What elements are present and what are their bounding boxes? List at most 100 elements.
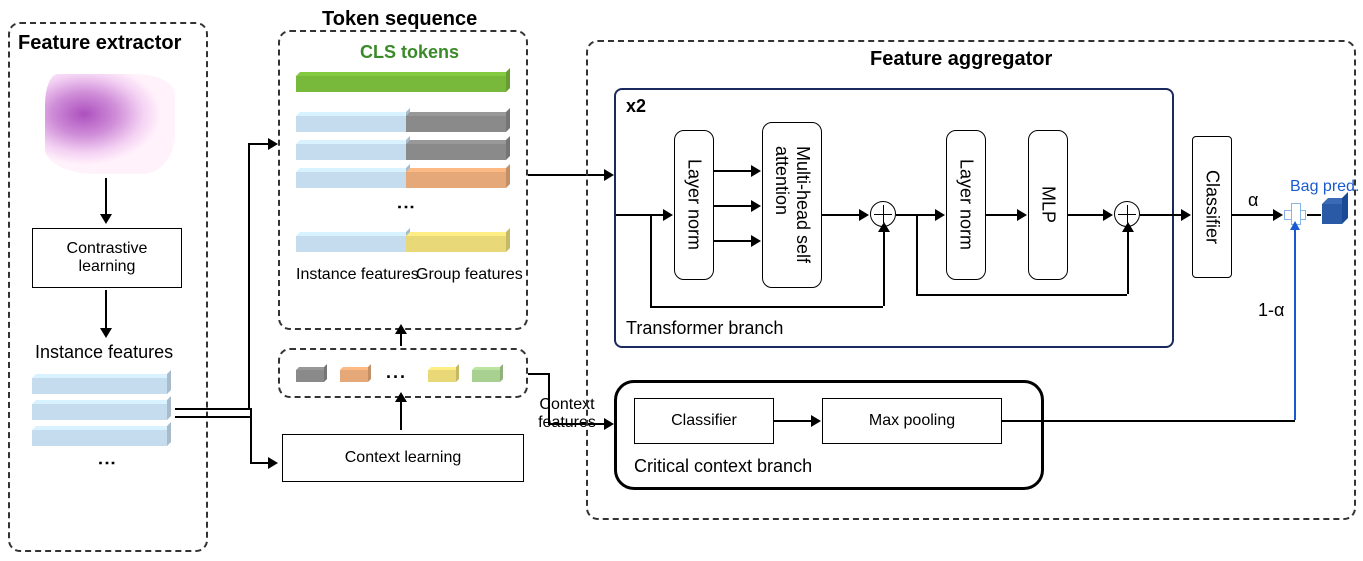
- arrow: [105, 290, 107, 330]
- token-sequence-title: Token sequence: [322, 8, 477, 31]
- arrowhead-icon: [100, 214, 112, 224]
- classifier-top-label: Classifier: [1202, 170, 1223, 244]
- arrow: [1068, 214, 1106, 216]
- token-bar: [296, 144, 406, 160]
- arrow: [616, 214, 666, 216]
- arrow: [916, 214, 918, 294]
- arrow: [714, 170, 754, 172]
- arrowhead-icon: [395, 324, 407, 334]
- arrow: [1140, 214, 1184, 216]
- token-bar: [296, 116, 406, 132]
- alpha-label: α: [1248, 190, 1258, 211]
- token-bar: [296, 236, 406, 252]
- arrow: [650, 214, 652, 306]
- token-bar-group: [406, 144, 506, 160]
- arrowhead-icon: [859, 209, 869, 221]
- mlp-label: MLP: [1038, 186, 1059, 223]
- arrowhead-icon: [878, 222, 890, 232]
- arrow: [248, 143, 250, 410]
- layer-norm-1-label: Layer norm: [684, 159, 705, 250]
- arrow: [1127, 230, 1129, 294]
- arrow: [250, 408, 252, 462]
- context-bar: [428, 370, 456, 382]
- feature-aggregator-title: Feature aggregator: [870, 48, 1052, 71]
- token-bar-group: [406, 172, 506, 188]
- arrow: [105, 178, 107, 216]
- arrowhead-icon: [268, 138, 278, 150]
- arrowhead-icon: [1273, 209, 1283, 221]
- ellipsis-icon: ⋮: [96, 454, 118, 470]
- arrow: [528, 373, 548, 375]
- group-features-caption: Group features: [416, 266, 523, 284]
- layer-norm-2-box: Layer norm: [946, 130, 986, 280]
- arrow: [650, 306, 883, 308]
- instance-features-caption: Instance features: [296, 266, 419, 284]
- multihead-box: Multi-head self attention: [762, 122, 822, 288]
- arrow: [714, 240, 754, 242]
- arrowhead-icon: [1290, 221, 1300, 230]
- arrow: [175, 408, 250, 410]
- transformer-branch-label: Transformer branch: [626, 318, 783, 339]
- arrowhead-icon: [1181, 209, 1191, 221]
- token-bar-group: [406, 236, 506, 252]
- max-pooling-box: Max pooling: [822, 398, 1002, 444]
- arrowhead-icon: [935, 209, 945, 221]
- arrow: [714, 205, 754, 207]
- classifier-bottom-box: Classifier: [634, 398, 774, 444]
- contrastive-learning-label: Contrastive learning: [67, 240, 148, 276]
- arrow: [1232, 214, 1276, 216]
- arrowhead-icon: [1122, 222, 1134, 232]
- arrow: [916, 294, 1127, 296]
- context-bar: [472, 370, 500, 382]
- bag-pred-label: Bag pred.: [1290, 178, 1359, 196]
- one-minus-alpha-label: 1-α: [1258, 300, 1284, 321]
- arrow: [175, 416, 250, 418]
- ellipsis-icon: ⋮: [395, 198, 417, 214]
- arrow: [400, 400, 402, 430]
- arrowhead-icon: [751, 235, 761, 247]
- arrow: [248, 143, 270, 145]
- cls-token-bar: [296, 76, 506, 92]
- histology-image: [45, 74, 175, 174]
- arrow: [986, 214, 1020, 216]
- layer-norm-1-box: Layer norm: [674, 130, 714, 280]
- cls-tokens-label: CLS tokens: [360, 42, 459, 63]
- feature-extractor-title: Feature extractor: [18, 32, 181, 55]
- arrowhead-icon: [663, 209, 673, 221]
- classifier-bottom-label: Classifier: [671, 412, 737, 430]
- bag-pred-cube-icon: [1322, 204, 1342, 224]
- ellipsis-icon: ...: [386, 362, 407, 383]
- arrow: [1002, 420, 1295, 422]
- arrow: [250, 462, 270, 464]
- arrowhead-icon: [751, 200, 761, 212]
- token-bar: [296, 172, 406, 188]
- critical-context-branch-label: Critical context branch: [634, 456, 812, 477]
- arrow: [1307, 214, 1321, 216]
- classifier-top-box: Classifier: [1192, 136, 1232, 278]
- arrowhead-icon: [751, 165, 761, 177]
- instance-features-label: Instance features: [35, 342, 173, 363]
- layer-norm-2-label: Layer norm: [956, 159, 977, 250]
- max-pooling-label: Max pooling: [869, 412, 955, 430]
- x2-label: x2: [626, 96, 646, 117]
- instance-feature-bar: [32, 378, 167, 394]
- arrowhead-icon: [1103, 209, 1113, 221]
- arrow: [883, 230, 885, 306]
- arrow: [400, 332, 402, 346]
- arrowhead-icon: [395, 392, 407, 402]
- context-bar: [340, 370, 368, 382]
- contrastive-learning-box: Contrastive learning: [32, 228, 182, 288]
- arrowhead-icon: [811, 415, 821, 427]
- multihead-label: Multi-head self attention: [771, 146, 813, 263]
- arrowhead-icon: [100, 328, 112, 338]
- instance-feature-bar: [32, 430, 167, 446]
- mlp-box: MLP: [1028, 130, 1068, 280]
- arrow: [774, 420, 814, 422]
- context-learning-box: Context learning: [282, 434, 524, 482]
- context-learning-label: Context learning: [345, 449, 462, 467]
- context-bar: [296, 370, 324, 382]
- instance-feature-bar: [32, 404, 167, 420]
- arrowhead-icon: [268, 457, 278, 469]
- arrow: [1294, 228, 1296, 420]
- token-bar-group: [406, 116, 506, 132]
